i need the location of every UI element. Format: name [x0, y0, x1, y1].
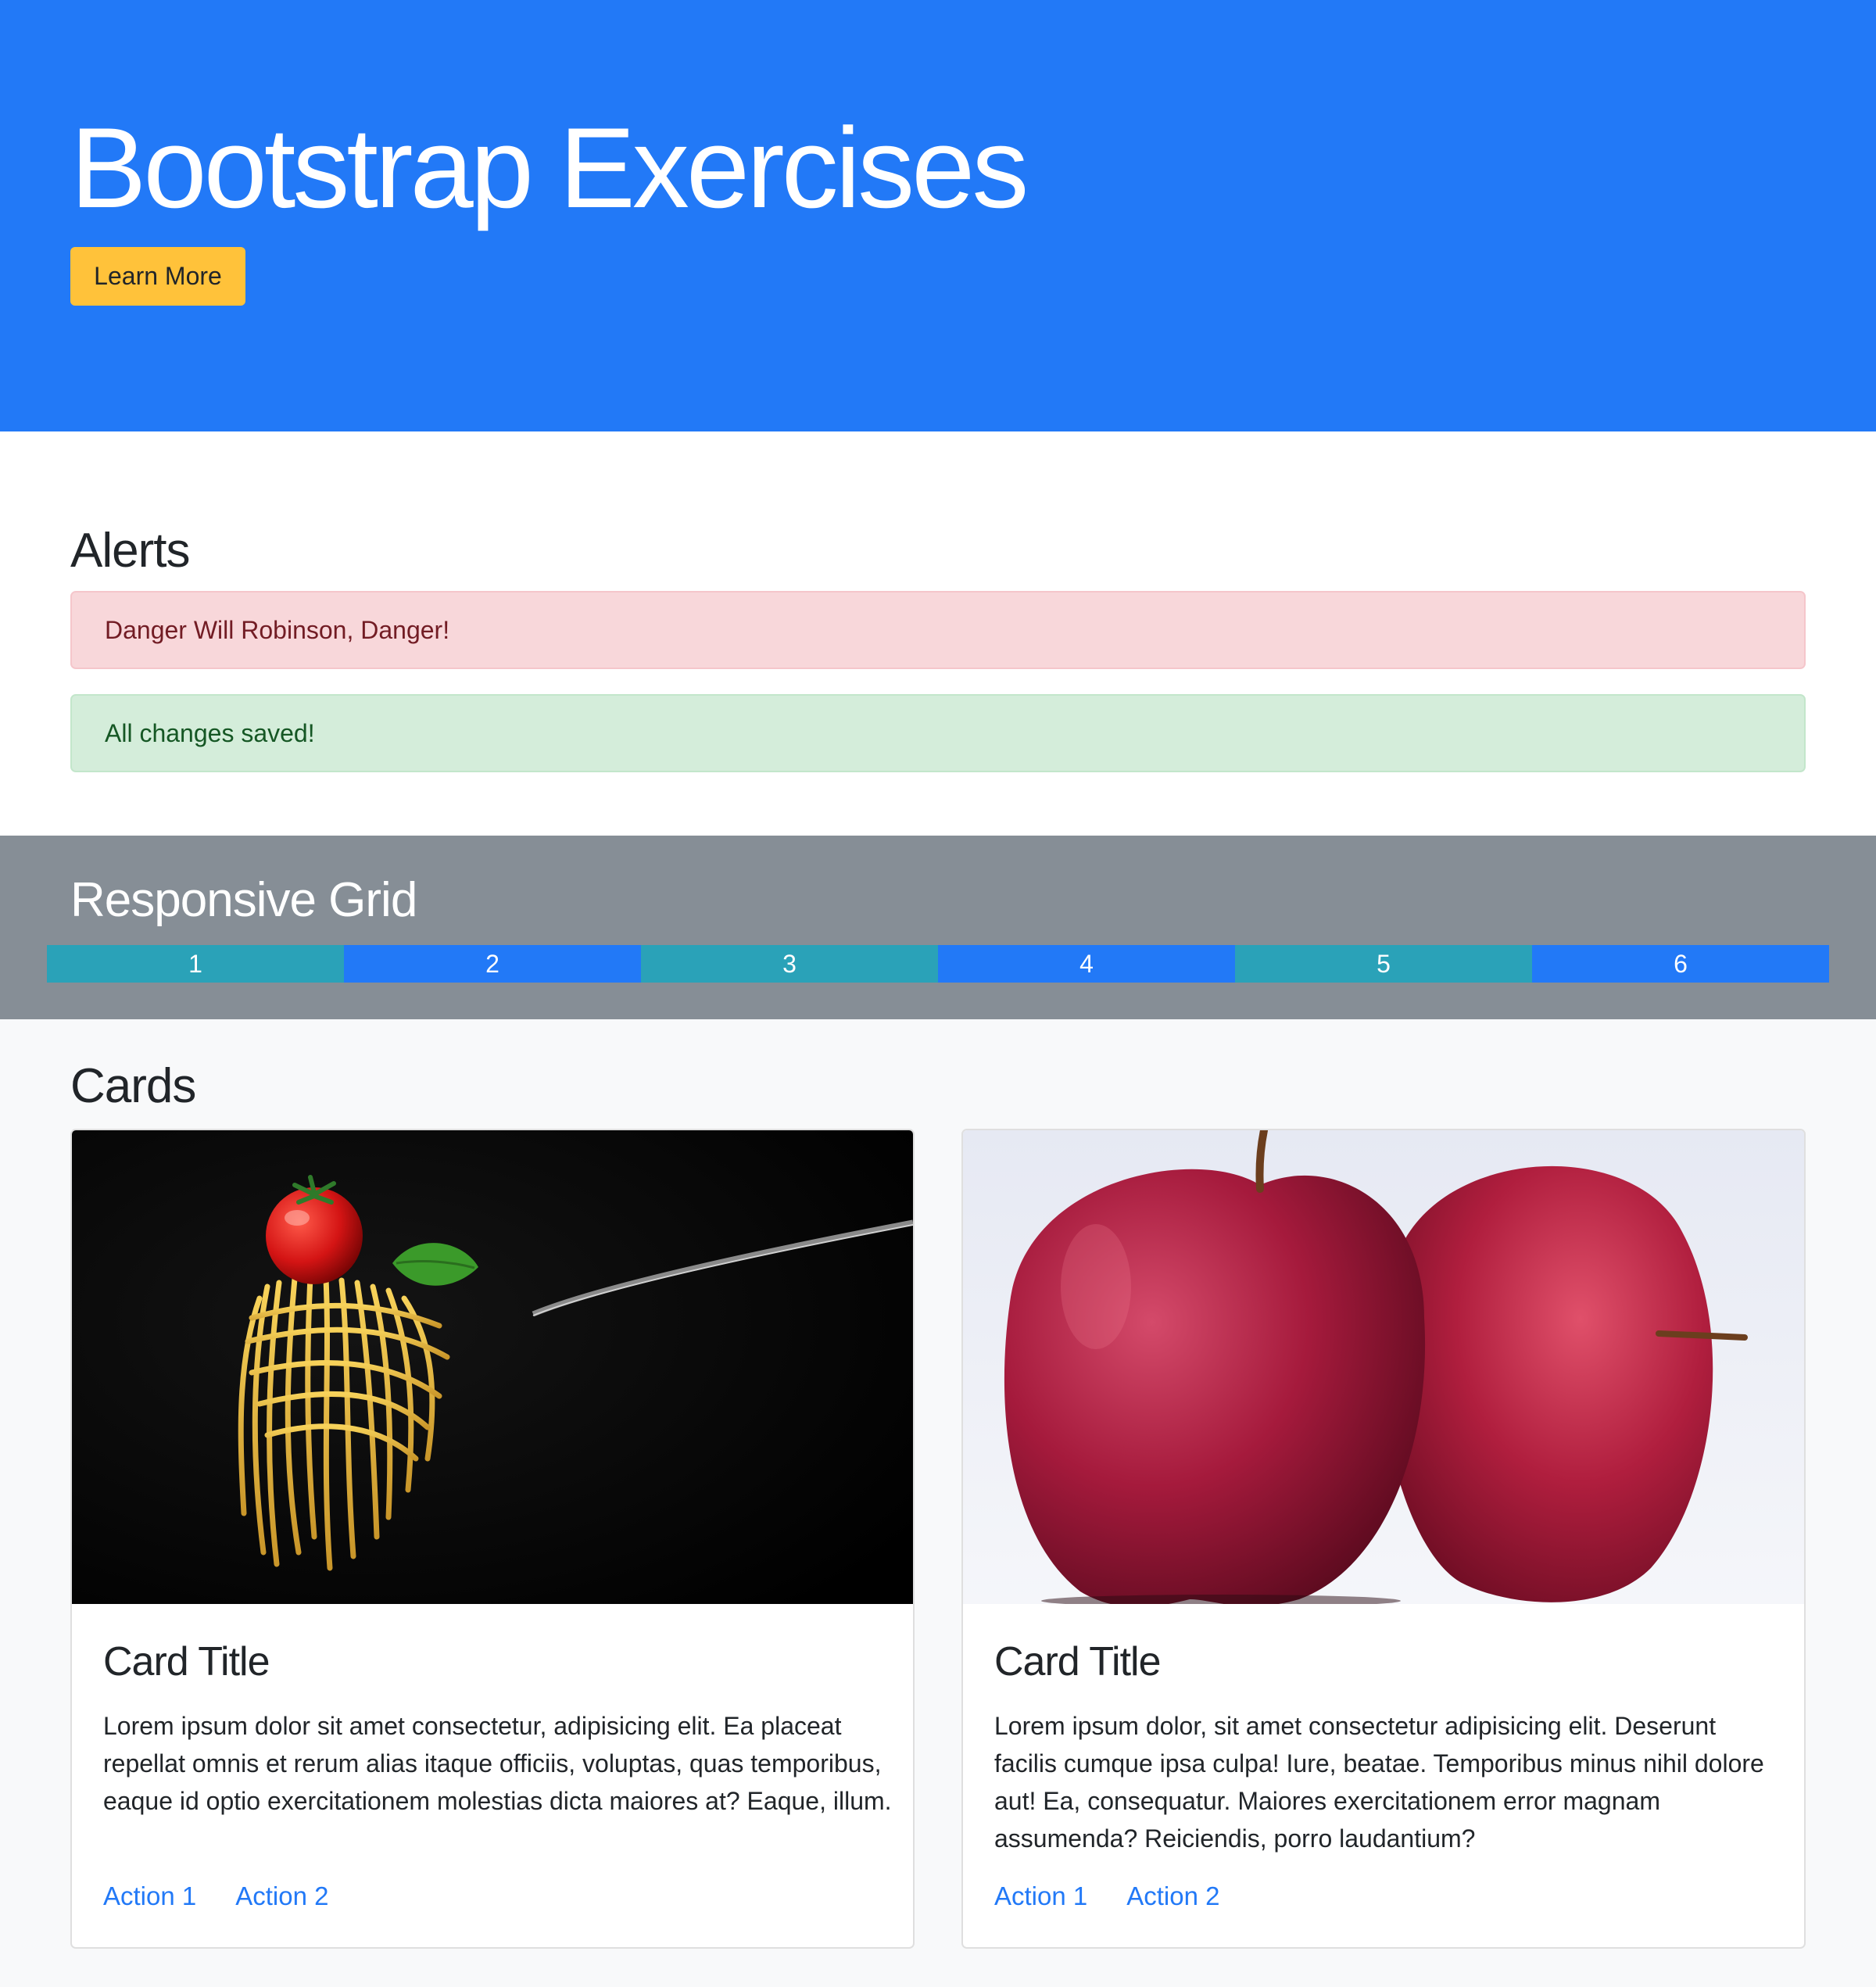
card-action-1-link[interactable]: Action 1: [994, 1881, 1087, 1911]
card-action-2-link[interactable]: Action 2: [235, 1881, 328, 1911]
grid-column-2: 2: [344, 945, 641, 983]
grid-row: 1 2 3 4 5 6: [47, 945, 1829, 983]
card-actions: Action 1 Action 2: [103, 1881, 329, 1911]
grid-column-1: 1: [47, 945, 344, 983]
learn-more-button[interactable]: Learn More: [70, 247, 245, 306]
cards-heading: Cards: [70, 1059, 196, 1113]
card-spaghetti: Card Title Lorem ipsum dolor sit amet co…: [70, 1129, 915, 1949]
card-text: Lorem ipsum dolor sit amet consectetur, …: [103, 1712, 892, 1815]
jumbotron: Bootstrap Exercises Learn More: [0, 0, 1876, 431]
danger-alert: Danger Will Robinson, Danger!: [70, 591, 1806, 669]
grid-column-6: 6: [1532, 945, 1829, 983]
card-apples: Card Title Lorem ipsum dolor, sit amet c…: [961, 1129, 1806, 1949]
card-actions: Action 1 Action 2: [994, 1881, 1220, 1911]
responsive-grid-section: Responsive Grid 1 2 3 4 5 6: [0, 836, 1876, 1019]
card-action-1-link[interactable]: Action 1: [103, 1881, 196, 1911]
success-alert: All changes saved!: [70, 694, 1806, 772]
red-apples-image: [963, 1130, 1804, 1604]
card-title: Card Title: [103, 1639, 270, 1684]
grid-column-4: 4: [938, 945, 1235, 983]
card-title: Card Title: [994, 1639, 1162, 1684]
grid-column-3: 3: [641, 945, 938, 983]
alerts-heading: Alerts: [70, 524, 190, 578]
responsive-grid-heading: Responsive Grid: [70, 873, 417, 927]
grid-column-5: 5: [1235, 945, 1532, 983]
alerts-section: Alerts Danger Will Robinson, Danger! All…: [0, 431, 1876, 836]
jumbotron-title: Bootstrap Exercises: [70, 104, 1029, 231]
card-action-2-link[interactable]: Action 2: [1126, 1881, 1219, 1911]
card-text: Lorem ipsum dolor, sit amet consectetur …: [994, 1712, 1764, 1853]
spaghetti-fork-image: [72, 1130, 913, 1604]
